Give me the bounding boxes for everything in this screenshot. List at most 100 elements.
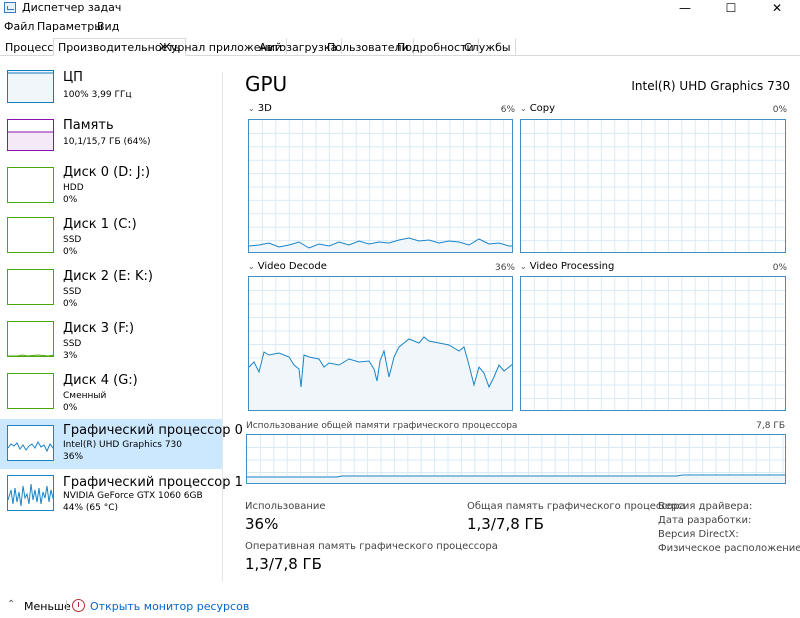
sidebar-item-name: Диск 2 (E: K:) [63, 269, 153, 284]
sidebar-item-usage: 44% (65 °C) [63, 503, 118, 513]
menu-file[interactable]: Файл [4, 20, 34, 33]
engine-selector-video-processing[interactable]: ⌄ Video Processing [520, 261, 614, 272]
sidebar-item-detail: 10,1/15,7 ГБ (64%) [63, 137, 151, 147]
gpu-memory-value: 1,3/7,8 ГБ [245, 555, 322, 573]
sidebar-item-gpu-1[interactable]: Графический процессор 1 NVIDIA GeForce G… [0, 472, 243, 522]
tab-services[interactable]: Службы [459, 38, 516, 55]
sidebar-item-detail: 100% 3,99 ГГц [63, 90, 132, 100]
engine-selector-copy[interactable]: ⌄ Copy [520, 103, 555, 114]
gpu1-thumbnail [7, 475, 54, 511]
chevron-down-icon: ⌄ [520, 104, 527, 113]
sidebar-item-name: Диск 4 (G:) [63, 373, 138, 388]
engine-label: Video Processing [529, 261, 615, 272]
maximize-button[interactable]: ☐ [708, 0, 754, 16]
open-resource-monitor-link[interactable]: Открыть монитор ресурсов [90, 600, 249, 613]
sidebar-item-type: HDD [63, 183, 84, 193]
page-title: GPU [245, 72, 288, 96]
minimize-button[interactable]: — [662, 0, 708, 16]
graph-shared-memory [246, 434, 786, 484]
gpu0-thumbnail [7, 425, 54, 461]
sidebar-item-type: SSD [63, 339, 82, 349]
engine-label: 3D [257, 103, 272, 114]
footer-divider [66, 600, 67, 612]
sidebar-item-disk-3[interactable]: Диск 3 (F:) SSD 3% [0, 321, 222, 371]
sidebar-item-name: ЦП [63, 70, 83, 85]
menu-options[interactable]: Параметры [37, 20, 103, 33]
footer-bar: ⌃ Меньше Открыть монитор ресурсов [0, 596, 800, 618]
sidebar-item-memory[interactable]: Память 10,1/15,7 ГБ (64%) [0, 117, 222, 167]
usage-value: 36% [245, 515, 279, 533]
graph-grid [521, 120, 785, 252]
driver-date-label: Дата разработки: [658, 515, 752, 526]
graph-grid [521, 277, 785, 410]
close-button[interactable]: ✕ [754, 0, 800, 16]
memory-thumbnail [7, 119, 54, 151]
sidebar-item-disk-0[interactable]: Диск 0 (D: J:) HDD 0% [0, 165, 222, 215]
engine-selector-3d[interactable]: ⌄ 3D [248, 103, 272, 114]
sidebar-item-type: Сменный [63, 391, 107, 401]
driver-version-label: Версия драйвера: [658, 501, 753, 512]
menu-bar: Файл Параметры Вид [0, 18, 800, 36]
sidebar-item-disk-4[interactable]: Диск 4 (G:) Сменный 0% [0, 373, 222, 423]
sidebar-divider [222, 72, 223, 582]
fewer-details-button[interactable]: Меньше [24, 600, 71, 613]
disk-thumbnail [7, 269, 54, 305]
resource-monitor-icon[interactable] [72, 599, 85, 612]
engine-percent: 0% [772, 105, 787, 115]
gpu-model-name: Intel(R) UHD Graphics 730 [631, 79, 790, 93]
tab-bar: Процессы Производительность Журнал прило… [0, 38, 800, 56]
shared-memory-max: 7,8 ГБ [756, 421, 785, 431]
graph-video-processing-svg [521, 277, 785, 410]
sidebar-item-type: SSD [63, 235, 82, 245]
gpu-panel: GPU Intel(R) UHD Graphics 730 ⌄ 3D 6% ⌄ Co… [245, 62, 800, 582]
engine-percent: 0% [772, 263, 787, 273]
sidebar-item-name: Память [63, 118, 114, 133]
sidebar-item-usage: 0% [63, 247, 78, 257]
physical-location-label: Физическое расположение: [658, 543, 800, 554]
engine-percent: 36% [494, 263, 515, 273]
cpu-thumbnail [7, 70, 54, 103]
chevron-down-icon: ⌄ [520, 262, 527, 271]
shared-gpu-memory-label: Общая память графического процессора [467, 501, 686, 512]
shared-gpu-memory-value: 1,3/7,8 ГБ [467, 515, 544, 533]
sidebar-item-name: Диск 0 (D: J:) [63, 165, 151, 180]
directx-version-label: Версия DirectX: [658, 529, 739, 540]
task-manager-icon [4, 2, 16, 13]
graph-3d [248, 119, 513, 253]
sidebar-item-usage: 0% [63, 403, 78, 413]
sidebar-item-disk-2[interactable]: Диск 2 (E: K:) SSD 0% [0, 269, 222, 319]
usage-label: Использование [245, 501, 326, 512]
sidebar-item-usage: 36% [63, 452, 84, 462]
graph-copy [520, 119, 786, 253]
engine-selector-video-decode[interactable]: ⌄ Video Decode [248, 261, 327, 272]
engine-percent: 6% [500, 105, 515, 115]
chevron-down-icon: ⌄ [248, 262, 255, 271]
sidebar-item-model: NVIDIA GeForce GTX 1060 6GB [63, 491, 203, 501]
engine-label: Video Decode [257, 261, 327, 272]
chevron-up-icon[interactable]: ⌃ [7, 599, 15, 610]
graph-grid [249, 120, 512, 252]
chevron-down-icon: ⌄ [248, 104, 255, 113]
disk-thumbnail [7, 321, 54, 357]
sidebar-item-usage: 0% [63, 299, 78, 309]
sidebar-item-usage: 0% [63, 195, 78, 205]
graph-video-decode-svg [249, 277, 512, 410]
disk-thumbnail [7, 167, 54, 203]
sidebar-item-usage: 3% [63, 351, 78, 361]
sidebar-item-name: Диск 1 (C:) [63, 217, 137, 232]
shared-memory-label: Использование общей памяти графического … [246, 421, 518, 431]
disk-thumbnail [7, 373, 54, 409]
sidebar-item-type: SSD [63, 287, 82, 297]
resource-sidebar: ЦП 100% 3,99 ГГц Память 10,1/15,7 ГБ (64… [0, 62, 243, 582]
sidebar-item-disk-1[interactable]: Диск 1 (C:) SSD 0% [0, 217, 222, 267]
sidebar-item-gpu-0[interactable]: Графический процессор 0 Intel(R) UHD Gra… [0, 419, 243, 469]
disk-thumbnail [7, 217, 54, 253]
menu-view[interactable]: Вид [97, 20, 119, 33]
sidebar-item-cpu[interactable]: ЦП 100% 3,99 ГГц [0, 68, 222, 118]
graph-video-decode [248, 276, 513, 411]
graph-copy-svg [521, 120, 785, 252]
window-title: Диспетчер задач [22, 1, 122, 14]
sidebar-item-model: Intel(R) UHD Graphics 730 [63, 440, 182, 450]
sidebar-item-name: Графический процессор 0 [63, 423, 243, 438]
title-bar: Диспетчер задач — ☐ ✕ [0, 0, 800, 16]
